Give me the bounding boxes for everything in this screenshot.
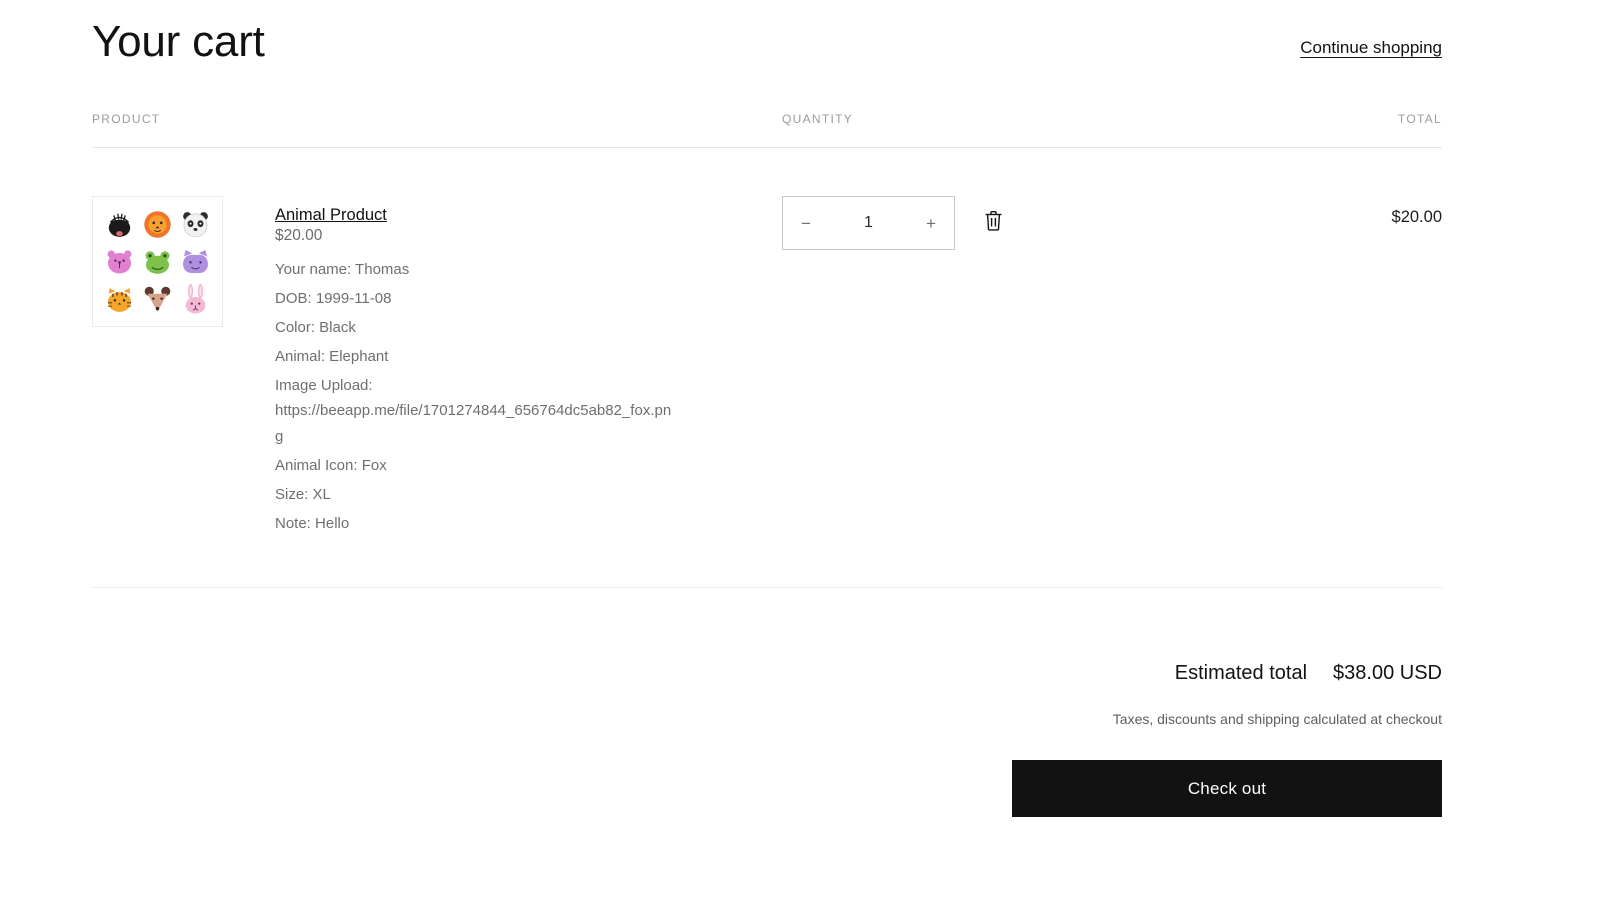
line-total-value: $20.00 <box>1391 208 1442 227</box>
quantity-group: − + <box>782 196 1202 251</box>
purple-cat-icon <box>183 250 209 274</box>
product-unit-price: $20.00 <box>275 227 323 245</box>
property-color: Color: Black <box>275 319 356 337</box>
quantity-cell: − + <box>782 147 1202 589</box>
line-total-cell: $20.00 <box>1202 147 1442 589</box>
product-main: Animal Product $20.00 Your name: Thomas … <box>92 196 782 539</box>
frog-icon <box>145 251 170 275</box>
animal-faces-grid <box>101 206 214 317</box>
remove-item-button[interactable] <box>984 210 1003 231</box>
product-thumbnail[interactable] <box>92 196 223 328</box>
checkout-button[interactable]: Check out <box>1012 760 1442 818</box>
cart-header: Your cart Continue shopping <box>92 0 1442 66</box>
column-header-product: PRODUCT <box>92 112 782 149</box>
mouse-icon <box>144 286 171 312</box>
cart-summary: Estimated total $38.00 USD Taxes, discou… <box>92 662 1442 818</box>
rabbit-icon <box>185 283 206 314</box>
cart-table-header-row: PRODUCT QUANTITY TOTAL <box>92 112 1442 149</box>
cart-table-body: Animal Product $20.00 Your name: Thomas … <box>92 147 1442 589</box>
cart-table: PRODUCT QUANTITY TOTAL Animal Product $2… <box>92 112 1442 589</box>
tax-note: Taxes, discounts and shipping calculated… <box>1112 711 1442 728</box>
panda-icon <box>183 211 209 238</box>
quantity-input[interactable] <box>837 214 900 233</box>
zebra-icon <box>108 213 130 237</box>
estimated-total-value: $38.00 USD <box>1333 662 1442 685</box>
continue-shopping-link[interactable]: Continue shopping <box>1300 38 1442 66</box>
property-size: Size: XL <box>275 485 331 503</box>
estimated-total-label: Estimated total <box>1174 662 1308 685</box>
cart-table-head: PRODUCT QUANTITY TOTAL <box>92 112 1442 149</box>
tiger-icon <box>107 287 131 312</box>
cart-container: Your cart Continue shopping PRODUCT QUAN… <box>92 0 1442 818</box>
trash-icon <box>985 211 1002 231</box>
column-header-quantity: QUANTITY <box>782 112 1202 149</box>
property-image-upload: Image Upload: https://beeapp.me/file/170… <box>275 376 672 446</box>
lion-icon <box>144 211 171 238</box>
quantity-stepper[interactable]: − + <box>782 196 955 251</box>
product-info: Animal Product $20.00 Your name: Thomas … <box>275 196 675 539</box>
property-dob: DOB: 1999-11-08 <box>275 290 392 308</box>
property-note: Note: Hello <box>275 514 350 532</box>
pink-bear-icon <box>107 250 132 274</box>
property-your-name: Your name: Thomas <box>275 261 410 279</box>
page-title: Your cart <box>92 17 265 66</box>
product-cell: Animal Product $20.00 Your name: Thomas … <box>92 147 782 589</box>
product-title-link[interactable]: Animal Product <box>275 206 387 224</box>
estimated-total-row: Estimated total $38.00 USD <box>1175 662 1442 685</box>
cart-page: Your cart Continue shopping PRODUCT QUAN… <box>0 0 1600 900</box>
property-animal-icon: Animal Icon: Fox <box>275 457 387 475</box>
property-animal: Animal: Elephant <box>275 347 389 365</box>
table-row: Animal Product $20.00 Your name: Thomas … <box>92 147 1442 589</box>
quantity-increase-button[interactable]: + <box>908 197 954 249</box>
column-header-total: TOTAL <box>1202 112 1442 149</box>
quantity-decrease-button[interactable]: − <box>783 197 829 249</box>
